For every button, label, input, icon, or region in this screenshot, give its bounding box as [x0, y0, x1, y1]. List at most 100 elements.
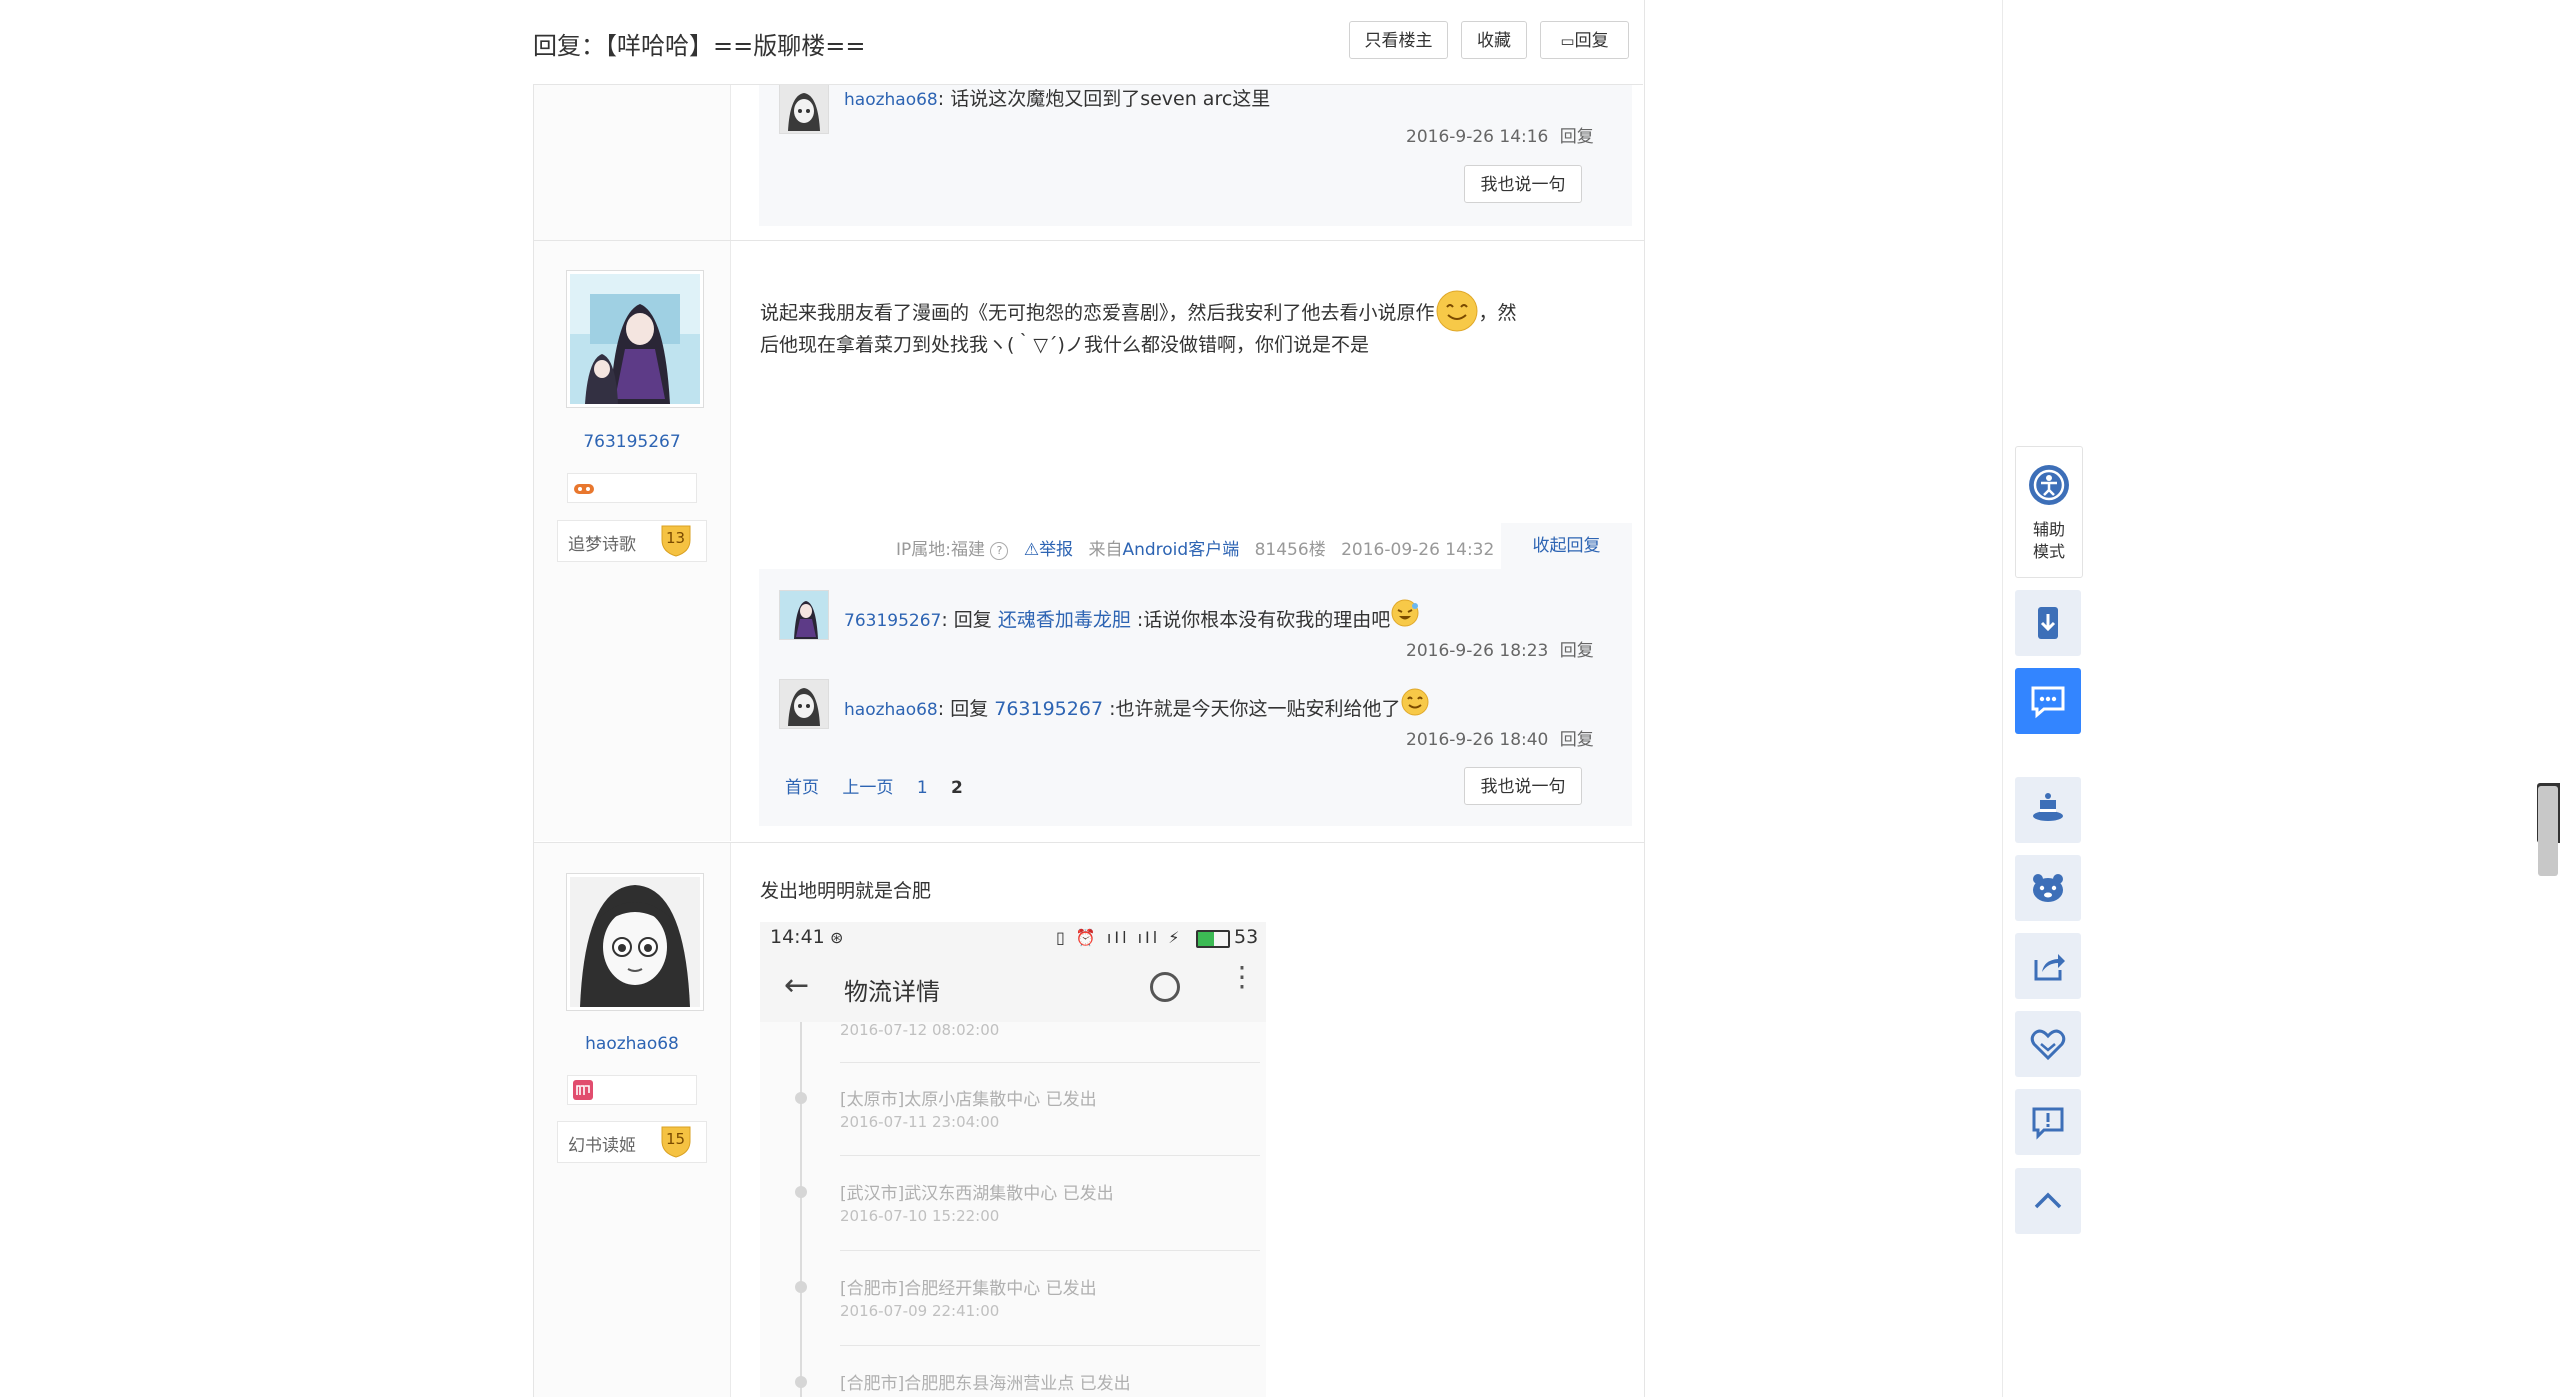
right-divider: [2002, 0, 2003, 1397]
avatar[interactable]: [779, 84, 829, 134]
chevron-up-icon: [2034, 1192, 2062, 1209]
sub-reply-user[interactable]: 763195267: [844, 611, 941, 631]
track-date: 2016-07-11 23:04:00: [840, 1113, 1000, 1131]
report-button[interactable]: [2015, 1089, 2081, 1155]
sub-reply-time: 2016-9-26 14:16: [1406, 127, 1549, 147]
thread-header: 回复：【咩哈哈】==版聊楼== 只看楼主 收藏 ▭回复: [533, 0, 1643, 85]
sub-reply-time: 2016-9-26 18:23: [1406, 641, 1549, 661]
track-date: 2016-07-12 08:02:00: [840, 1021, 1000, 1039]
user-badges: [567, 473, 697, 503]
reply-target-user[interactable]: 763195267: [994, 698, 1103, 720]
sub-reply-user[interactable]: haozhao68: [844, 700, 938, 720]
reply-target-user[interactable]: 还魂香加毒龙胆: [998, 609, 1131, 631]
sub-reply-text: haozhao68: 回复 763195267 :也许就是今天你这一贴安利给他了: [844, 687, 1430, 721]
level-name: 追梦诗歌: [568, 535, 636, 555]
assist-mode-label: 辅助 模式: [2016, 519, 2082, 563]
track-place: [武汉市]武汉东西湖集散中心 已发出: [840, 1184, 1114, 1204]
user-level[interactable]: 追梦诗歌 13: [557, 520, 707, 562]
track-place: [太原市]太原小店集散中心 已发出: [840, 1090, 1097, 1110]
username[interactable]: haozhao68: [534, 1034, 730, 1054]
share-icon: [2034, 954, 2065, 981]
like-button[interactable]: [2015, 1011, 2081, 1077]
avatar[interactable]: [779, 679, 829, 729]
download-app-button[interactable]: [2015, 590, 2081, 656]
sub-reply-content: :也许就是今天你这一贴安利给他了: [1103, 698, 1401, 720]
back-arrow-icon: ←: [784, 968, 810, 1003]
bear-icon: [2033, 874, 2063, 902]
assist-label-line2: 模式: [2032, 542, 2065, 561]
phone-header: 14:41 ⊛ ▯ ⏰ ıIl ıIl ⚡ 53 ← 物流详情 ⋮: [760, 922, 1266, 1022]
track-divider: [840, 1155, 1260, 1156]
back-to-top-button[interactable]: [2015, 1168, 2081, 1234]
sub-reply-user[interactable]: haozhao68: [844, 90, 938, 110]
accessibility-icon: [2029, 465, 2069, 505]
floor-number: 81456楼: [1254, 540, 1326, 560]
sub-reply-content: : 话说这次魔炮又回到了seven arc这里: [937, 88, 1271, 110]
reply-prefix: : 回复: [941, 609, 998, 631]
sub-reply-meta: 2016-9-26 18:40 回复: [1406, 725, 1594, 750]
avatar[interactable]: [566, 873, 704, 1011]
say-something-button[interactable]: 我也说一句: [1464, 767, 1582, 805]
say-something-button[interactable]: 我也说一句: [1464, 165, 1582, 203]
favorite-button[interactable]: 收藏: [1461, 21, 1527, 59]
status-icons: ▯ ⏰ ıIl ıIl ⚡: [1056, 928, 1183, 947]
member-badge-icon[interactable]: [572, 1079, 594, 1101]
warning-icon: ⚠: [1023, 540, 1040, 560]
level-number: 15: [666, 1130, 686, 1148]
user-level[interactable]: 幻书读姬 15: [557, 1121, 707, 1163]
only-op-button[interactable]: 只看楼主: [1349, 21, 1448, 59]
pager-first[interactable]: 首页: [785, 778, 819, 798]
chat-icon: [2031, 686, 2065, 719]
report-label: 举报: [1039, 540, 1074, 560]
pager-page-1[interactable]: 1: [917, 778, 928, 798]
track-place: [合肥市]合肥肥东县海洲营业点 已发出: [840, 1374, 1131, 1394]
more-vert-icon: ⋮: [1228, 960, 1256, 993]
level-name: 幻书读姬: [568, 1136, 636, 1156]
from-label: 来自: [1088, 540, 1123, 560]
page-scrollbar-thumb[interactable]: [2538, 786, 2558, 876]
sub-reply-reply-link[interactable]: 回复: [1560, 641, 1594, 661]
battery-icon: [1196, 930, 1230, 948]
report-link[interactable]: ⚠举报: [1024, 540, 1073, 560]
track-place: [合肥市]合肥经开集散中心 已发出: [840, 1279, 1097, 1299]
phone-download-icon: [2038, 607, 2058, 639]
avatar[interactable]: [779, 590, 829, 640]
game-badge-icon[interactable]: [572, 478, 596, 498]
client-link[interactable]: Android客户端: [1122, 540, 1239, 560]
heart-icon: [2030, 1029, 2066, 1061]
status-time: 14:41: [770, 926, 825, 948]
timeline-dot: [795, 1281, 807, 1293]
track-divider: [840, 1250, 1260, 1251]
bear-button[interactable]: [2015, 855, 2081, 921]
track-divider: [840, 1345, 1260, 1346]
magic-hat-button[interactable]: [2015, 777, 2081, 843]
sub-reply-reply-link[interactable]: 回复: [1560, 127, 1594, 147]
share-button[interactable]: [2015, 933, 2081, 999]
username[interactable]: 763195267: [534, 432, 730, 452]
chat-button[interactable]: [2015, 668, 2081, 734]
sub-reply-meta: 2016-9-26 14:16 回复: [1406, 122, 1594, 147]
reply-button[interactable]: ▭回复: [1540, 21, 1629, 59]
reply-label: 回复: [1574, 31, 1609, 51]
timeline-dot: [795, 1376, 807, 1388]
post-image[interactable]: 14:41 ⊛ ▯ ⏰ ıIl ıIl ⚡ 53 ← 物流详情 ⋮ 2016-0…: [760, 922, 1266, 1397]
battery-level: 53: [1234, 926, 1259, 948]
sub-reply-reply-link[interactable]: 回复: [1560, 730, 1594, 750]
reply-prefix: : 回复: [937, 698, 995, 720]
phone-page-title: 物流详情: [844, 978, 940, 1006]
user-badges: [567, 1075, 697, 1105]
collapse-replies-button[interactable]: 收起回复: [1501, 523, 1632, 569]
timeline-line: [800, 1022, 802, 1397]
user-column-top: [534, 84, 731, 240]
help-icon[interactable]: ?: [990, 542, 1009, 560]
avatar[interactable]: [566, 270, 704, 408]
sync-icon: ⊛: [830, 928, 844, 947]
post-text-part: ，然: [1478, 302, 1517, 324]
timeline-dot: [795, 1186, 807, 1198]
sub-reply-pager: 首页 上一页 1 2: [785, 773, 963, 798]
assist-mode-button[interactable]: 辅助 模式: [2015, 446, 2083, 578]
track-date: 2016-07-09 22:41:00: [840, 1302, 1000, 1320]
sub-reply-text: haozhao68: 话说这次魔炮又回到了seven arc这里: [844, 84, 1270, 111]
post-meta: IP属地:福建 ? ⚠举报 来自Android客户端 81456楼 2016-0…: [896, 535, 1494, 560]
pager-prev[interactable]: 上一页: [842, 778, 893, 798]
